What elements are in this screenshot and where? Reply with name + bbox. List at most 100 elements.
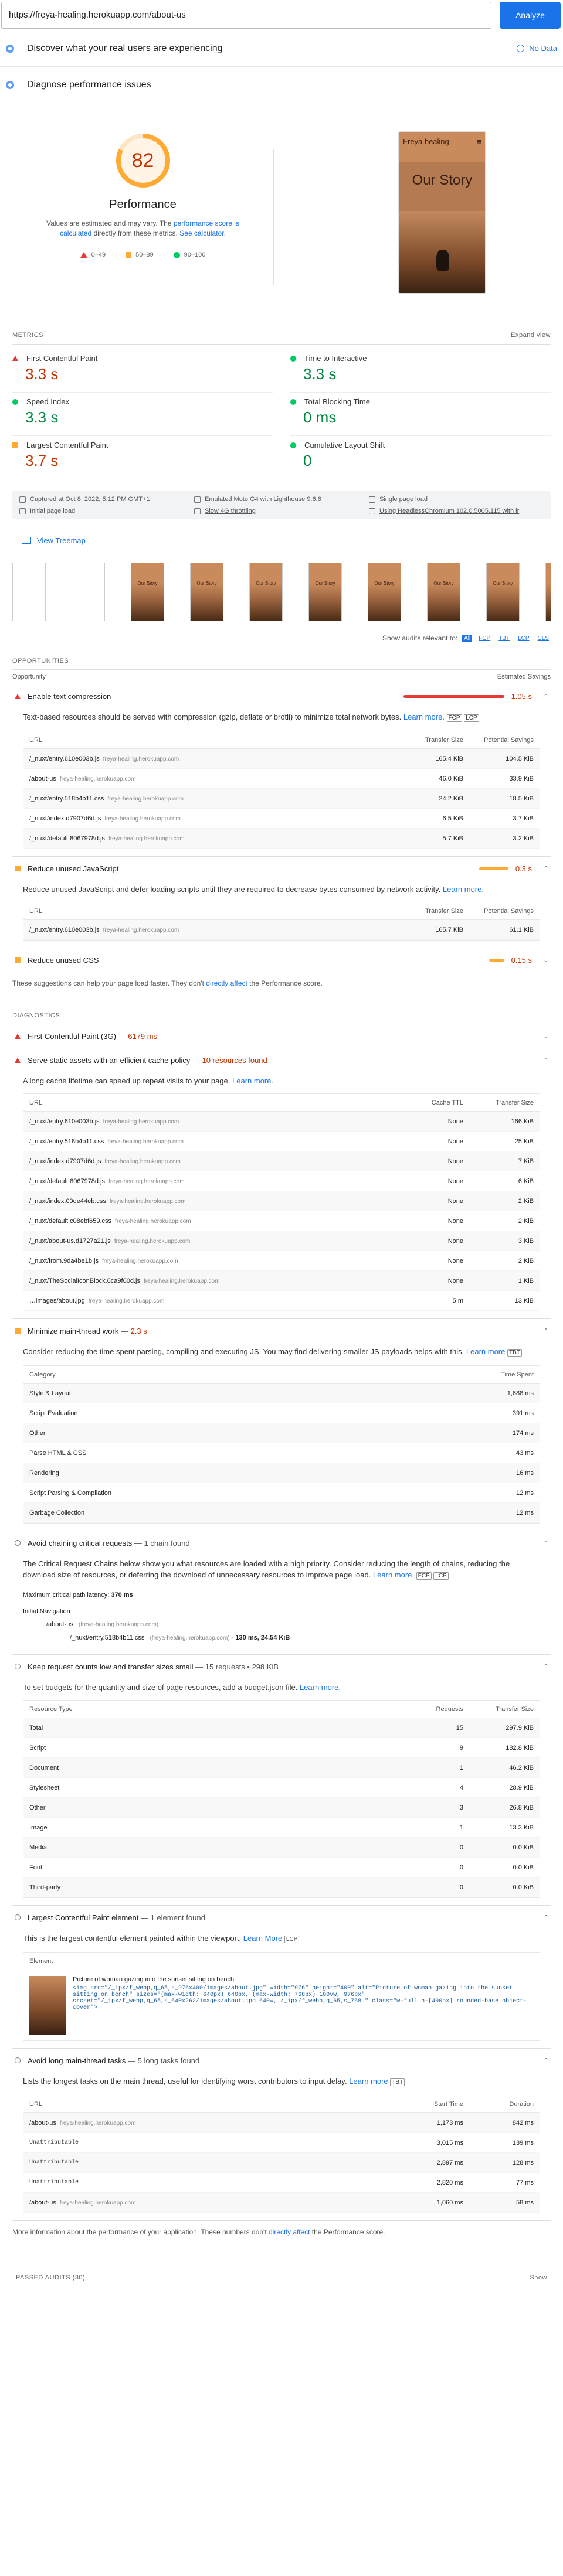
audit-header[interactable]: Reduce unused CSS 0.15 s ⌄ bbox=[12, 948, 551, 972]
audit-header[interactable]: Avoid long main-thread tasks — 5 long ta… bbox=[12, 2049, 551, 2072]
directly-affect-link[interactable]: directly affect bbox=[206, 979, 247, 987]
audit-header[interactable]: Minimize main-thread work — 2.3 s ⌃ bbox=[12, 1319, 551, 1342]
filter-tbt[interactable]: TBT bbox=[497, 635, 511, 642]
opportunities-note: These suggestions can help your page loa… bbox=[12, 979, 323, 987]
expand-view-link[interactable]: Expand view bbox=[511, 332, 551, 339]
audit-description: Text-based resources should be served wi… bbox=[12, 708, 551, 731]
see-calculator-link[interactable]: See calculator. bbox=[179, 229, 226, 237]
learn-more-link[interactable]: Learn more. bbox=[373, 1570, 414, 1579]
url-input[interactable] bbox=[1, 1, 491, 29]
table-row: Unattributable 2,897 ms 128 ms bbox=[23, 2153, 540, 2173]
filmstrip-frame bbox=[368, 563, 401, 621]
view-treemap-button[interactable]: View Treemap bbox=[22, 532, 551, 548]
audit-description: Reduce unused JavaScript and defer loadi… bbox=[23, 885, 484, 894]
menu-icon: ≡ bbox=[477, 137, 481, 146]
savings-bar bbox=[479, 867, 508, 870]
fail-triangle-icon bbox=[15, 1033, 21, 1039]
audit-header[interactable]: Serve static assets with an efficient ca… bbox=[12, 1048, 551, 1072]
screenshot-brand: Freya healing bbox=[403, 137, 449, 146]
learn-more-link[interactable]: Learn more. bbox=[443, 885, 484, 894]
fail-triangle-icon bbox=[12, 356, 18, 361]
chevron-up-icon: ⌃ bbox=[543, 693, 549, 700]
table-row: Garbage Collection 12 ms bbox=[23, 1503, 540, 1523]
learn-more-link[interactable]: Learn more. bbox=[232, 1076, 273, 1085]
filmstrip bbox=[12, 563, 551, 621]
filmstrip-frame bbox=[486, 563, 520, 621]
filmstrip-frame bbox=[249, 563, 283, 621]
table-row: /_nuxt/entry.610e003b.js freya-healing.he… bbox=[23, 749, 540, 769]
audit-main-thread: Minimize main-thread work — 2.3 s ⌃ Cons… bbox=[12, 1319, 551, 1531]
learn-more-link[interactable]: Learn more bbox=[349, 2077, 388, 2086]
audit-header[interactable]: Reduce unused JavaScript 0.3 s ⌃ bbox=[12, 857, 551, 880]
audit-table: Category Time Spent Style & Layout 1,688 m… bbox=[23, 1365, 540, 1524]
table-row: Third-party 0 0.0 KiB bbox=[23, 1878, 540, 1897]
table-row: Unattributable 3,015 ms 139 ms bbox=[23, 2133, 540, 2153]
table-row: /about-us freya-healing.herokuapp.com 46.0… bbox=[23, 769, 540, 789]
audit-description: The Critical Request Chains below show y… bbox=[23, 1559, 510, 1580]
learn-more-link[interactable]: Learn More bbox=[243, 1934, 282, 1943]
chevron-down-icon: ⌄ bbox=[543, 956, 549, 964]
runtime-settings: Captured at Oct 8, 2022, 5:12 PM GMT+1 E… bbox=[12, 491, 551, 519]
session-icon bbox=[369, 496, 375, 503]
fail-triangle-icon bbox=[15, 693, 21, 699]
pass-circle-icon bbox=[290, 442, 296, 448]
diagnostics-note: More information about the performance o… bbox=[12, 2228, 385, 2236]
learn-more-link[interactable]: Learn more. bbox=[403, 713, 445, 721]
audit-unused-css: Reduce unused CSS 0.15 s ⌄ bbox=[12, 948, 551, 972]
audit-header[interactable]: Largest Contentful Paint element — 1 ele… bbox=[12, 1906, 551, 1929]
score-summary: 82 Performance Values are estimated and … bbox=[12, 103, 551, 326]
filmstrip-frame bbox=[308, 563, 342, 621]
learn-more-link[interactable]: Learn more bbox=[466, 1347, 505, 1356]
info-icon bbox=[517, 45, 525, 52]
lcp-element-row: Picture of woman gazing into the sunset … bbox=[23, 1970, 540, 2040]
learn-more-link[interactable]: Learn more. bbox=[300, 1683, 341, 1692]
real-users-section[interactable]: Discover what your real users are experi… bbox=[0, 30, 563, 67]
screenshot-figure bbox=[436, 250, 449, 271]
metric-fcp: First Contentful Paint 3.3 s bbox=[12, 349, 273, 393]
filmstrip-frame bbox=[131, 563, 164, 621]
audit-table: URL Cache TTL Transfer Size /_nuxt/entry.6… bbox=[23, 1093, 540, 1311]
filter-cls[interactable]: CLS bbox=[536, 635, 551, 642]
opportunities-colhead: Opportunity Estimated Savings bbox=[12, 670, 551, 684]
audit-header[interactable]: Avoid chaining critical requests — 1 cha… bbox=[12, 1531, 551, 1555]
show-passed-button[interactable]: Show bbox=[530, 2274, 547, 2281]
pass-circle-icon bbox=[290, 355, 296, 362]
diagnostics-title: DIAGNOSTICS bbox=[12, 1001, 551, 1024]
url-bar: Analyze bbox=[0, 0, 563, 30]
filmstrip-frame bbox=[72, 563, 105, 621]
audit-long-tasks: Avoid long main-thread tasks — 5 long ta… bbox=[12, 2049, 551, 2221]
audit-header[interactable]: First Contentful Paint (3G) — 6179 ms ⌄ bbox=[12, 1024, 551, 1048]
filmstrip-frame bbox=[545, 563, 551, 621]
performance-gauge: 82 bbox=[114, 131, 172, 190]
lighthouse-report: 82 Performance Values are estimated and … bbox=[6, 103, 557, 2293]
metric-tti: Time to Interactive 3.3 s bbox=[290, 349, 551, 393]
metric-si: Speed Index 3.3 s bbox=[12, 393, 273, 436]
table-row: /_nuxt/about-us.d1727a21.js freya-healing… bbox=[23, 1231, 540, 1251]
metric-cls: Cumulative Layout Shift 0 bbox=[290, 436, 551, 479]
filter-lcp[interactable]: LCP bbox=[516, 635, 531, 642]
chevron-down-icon: ⌄ bbox=[543, 1033, 549, 1040]
audit-unused-js: Reduce unused JavaScript 0.3 s ⌃ Reduce … bbox=[12, 857, 551, 948]
diagnose-icon bbox=[6, 81, 14, 89]
directly-affect-link[interactable]: directly affect bbox=[269, 2228, 310, 2236]
savings-bar bbox=[403, 694, 504, 698]
neutral-circle-icon bbox=[15, 1914, 21, 1920]
chevron-up-icon: ⌃ bbox=[543, 865, 549, 873]
real-users-title: Discover what your real users are experi… bbox=[27, 43, 223, 53]
filter-fcp[interactable]: FCP bbox=[477, 635, 492, 642]
audit-header[interactable]: Keep request counts low and transfer siz… bbox=[12, 1655, 551, 1678]
table-row: /_nuxt/entry.610e003b.js freya-healing.he… bbox=[23, 1112, 540, 1132]
audit-resource-summary: Keep request counts low and transfer siz… bbox=[12, 1655, 551, 1906]
filter-all[interactable]: All bbox=[462, 634, 473, 642]
table-row: Stylesheet 4 28.9 KiB bbox=[23, 1778, 540, 1798]
table-row: Other 3 26.8 KiB bbox=[23, 1798, 540, 1818]
diagnose-section[interactable]: Diagnose performance issues bbox=[0, 67, 563, 103]
analyze-button[interactable]: Analyze bbox=[500, 1, 561, 29]
audit-table: Element Picture of woman gazing into the… bbox=[23, 1952, 540, 2041]
audit-description: Lists the longest tasks on the main thre… bbox=[12, 2072, 551, 2095]
audit-header[interactable]: Enable text compression 1.05 s ⌃ bbox=[12, 684, 551, 708]
performance-label: Performance bbox=[109, 198, 177, 211]
passed-audits[interactable]: PASSED AUDITS (30) Show bbox=[12, 2254, 551, 2293]
diagnose-title: Diagnose performance issues bbox=[27, 80, 151, 90]
audit-table: URL Transfer Size Potential Savings /_nuxt… bbox=[23, 731, 540, 849]
